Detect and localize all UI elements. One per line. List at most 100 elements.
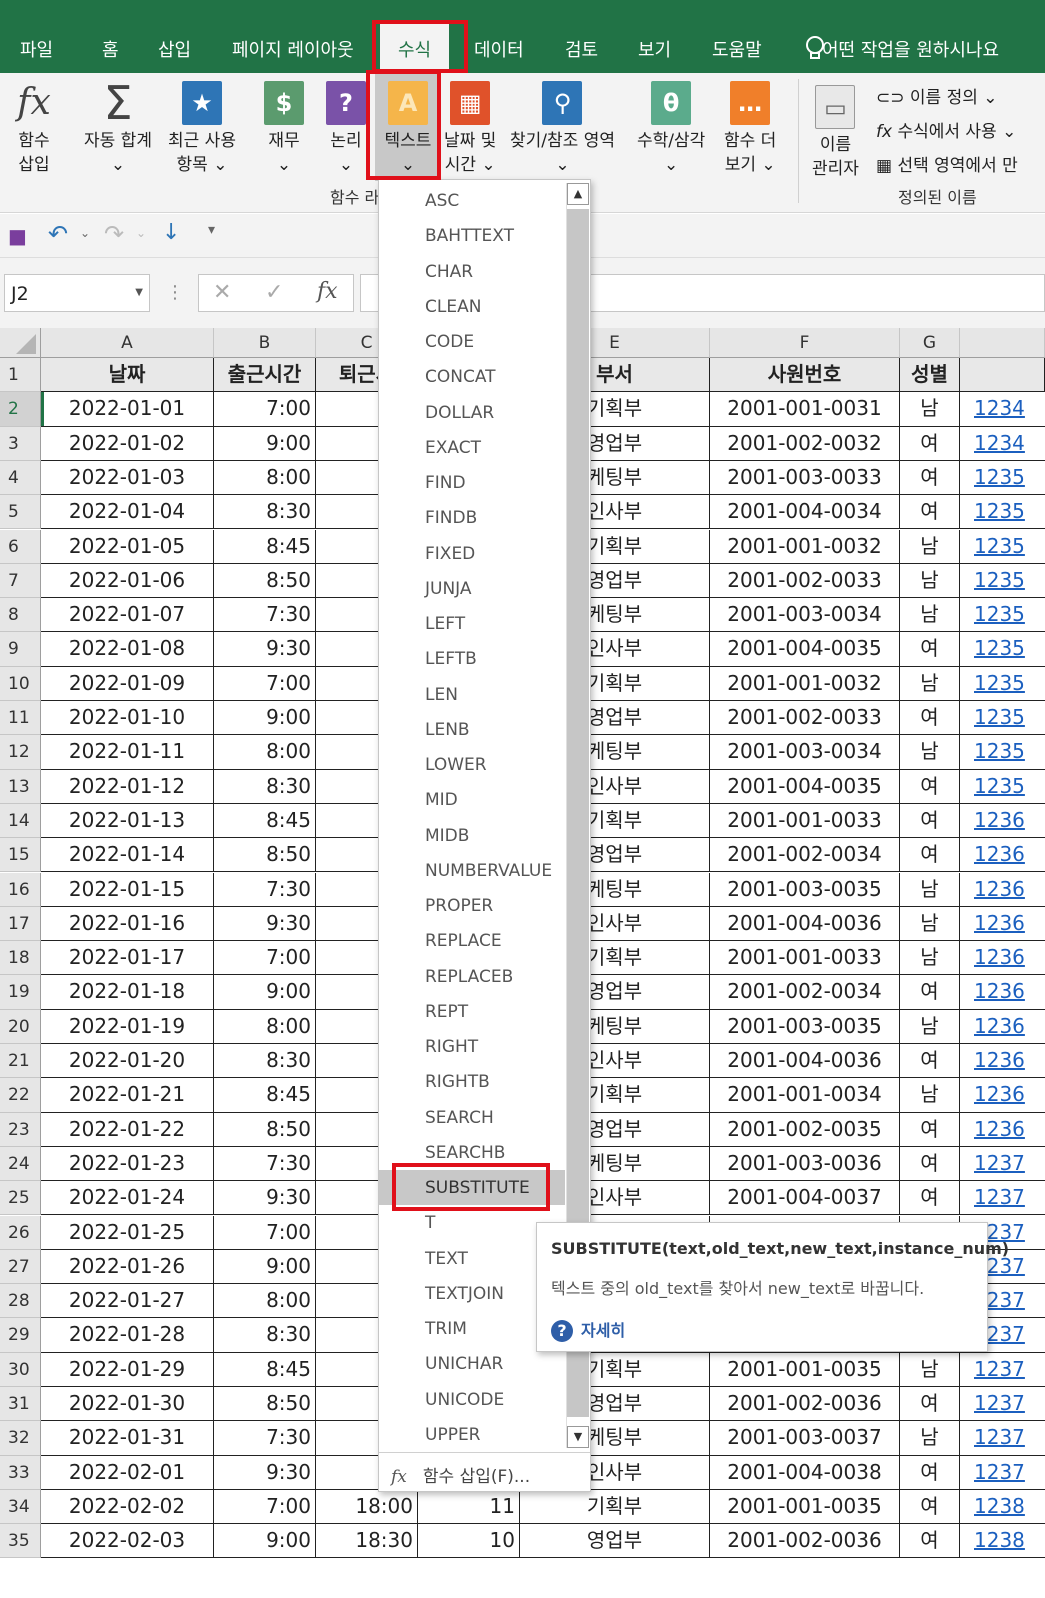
table-cell[interactable]: 9:30 — [214, 1455, 316, 1490]
tab-data[interactable]: 데이터 — [474, 36, 524, 62]
scroll-up-arrow-icon[interactable]: ▲ — [567, 183, 589, 205]
table-cell[interactable]: 1236 — [960, 975, 1045, 1010]
table-cell[interactable]: 1236 — [960, 873, 1045, 907]
table-cell[interactable]: 8:30 — [214, 1044, 316, 1079]
table-cell[interactable]: 9:00 — [214, 426, 316, 461]
redo-icon[interactable]: ↷ — [104, 220, 124, 248]
table-cell[interactable]: 2022-01-22 — [41, 1112, 214, 1147]
table-cell[interactable]: 1237 — [960, 1147, 1045, 1182]
table-cell[interactable]: 1236 — [960, 941, 1045, 976]
function-menu-item[interactable]: MIDB — [379, 818, 565, 853]
table-cell[interactable]: 여 — [900, 769, 960, 804]
table-cell[interactable]: 남 — [900, 563, 960, 599]
row-header[interactable]: 12 — [0, 735, 41, 770]
table-cell[interactable]: 8:00 — [214, 735, 316, 770]
row-header[interactable]: 25 — [0, 1181, 41, 1216]
table-cell[interactable]: 8:50 — [214, 563, 316, 599]
function-menu-item[interactable]: DOLLAR — [379, 395, 565, 430]
row-header[interactable]: 14 — [0, 803, 41, 839]
row-header[interactable]: 23 — [0, 1112, 41, 1147]
table-cell[interactable]: 여 — [900, 1524, 960, 1559]
table-cell[interactable]: 남 — [900, 872, 960, 907]
table-cell[interactable]: 2001-003-0034 — [710, 598, 900, 633]
table-cell[interactable]: 8:45 — [214, 529, 316, 564]
row-header[interactable]: 20 — [0, 1009, 41, 1044]
table-cell[interactable]: 2001-002-0033 — [710, 701, 900, 736]
function-menu-item[interactable]: LEFT — [379, 606, 565, 641]
function-menu-item[interactable]: RIGHTB — [379, 1064, 565, 1099]
table-cell[interactable]: 2022-01-10 — [41, 701, 214, 736]
table-cell[interactable]: 2001-001-0035 — [710, 1352, 900, 1387]
table-cell[interactable]: 2022-01-05 — [41, 529, 214, 564]
row-header[interactable]: 4 — [0, 460, 41, 496]
row-header[interactable]: 34 — [0, 1489, 41, 1525]
table-cell[interactable]: 여 — [900, 1112, 960, 1147]
table-cell[interactable]: 2022-01-11 — [41, 735, 214, 770]
function-menu-item[interactable]: UPPER — [379, 1417, 565, 1452]
header-cell[interactable]: 사원번호 — [710, 358, 900, 393]
table-cell[interactable]: 1235 — [960, 667, 1045, 701]
table-cell[interactable]: 2022-01-04 — [41, 495, 214, 530]
function-menu-item[interactable]: FIND — [379, 465, 565, 500]
table-cell[interactable]: 1236 — [960, 838, 1045, 873]
table-cell[interactable]: 7:30 — [214, 598, 316, 633]
function-menu-item[interactable]: SEARCH — [379, 1100, 565, 1135]
table-cell[interactable]: 2022-01-08 — [41, 632, 214, 667]
column-header[interactable]: G — [900, 328, 960, 358]
table-cell[interactable]: 남 — [900, 1352, 960, 1387]
table-cell[interactable]: 남 — [900, 906, 960, 942]
function-menu-item[interactable]: PROPER — [379, 888, 565, 923]
save-icon[interactable]: ■ — [8, 224, 27, 248]
function-menu-item[interactable]: RIGHT — [379, 1029, 565, 1064]
table-cell[interactable]: 9:30 — [214, 906, 316, 942]
column-header[interactable]: F — [710, 328, 900, 358]
row-header[interactable]: 21 — [0, 1044, 41, 1079]
table-cell[interactable]: 2001-004-0036 — [710, 906, 900, 942]
insert-function-button[interactable]: fx 함수 삽입 — [14, 81, 54, 177]
row-header[interactable]: 6 — [0, 529, 41, 564]
table-cell[interactable]: 2022-01-20 — [41, 1044, 214, 1079]
row-header[interactable]: 2 — [0, 392, 41, 427]
table-cell[interactable]: 2022-01-23 — [41, 1146, 214, 1182]
sort-icon[interactable]: ↓ — [162, 220, 180, 245]
table-cell[interactable]: 2022-01-30 — [41, 1387, 214, 1422]
table-cell[interactable]: 여 — [900, 1044, 960, 1079]
logical-button[interactable]: ? 논리 ⌄ — [326, 81, 366, 177]
function-menu-item[interactable]: FINDB — [379, 500, 565, 535]
enter-icon[interactable]: ✓ — [265, 280, 283, 305]
function-menu-item[interactable]: LEN — [379, 677, 565, 712]
row-header[interactable]: 35 — [0, 1524, 41, 1559]
row-header[interactable]: 31 — [0, 1387, 41, 1422]
table-cell[interactable]: 8:45 — [214, 803, 316, 839]
row-header[interactable]: 26 — [0, 1215, 41, 1250]
use-in-formula-button[interactable]: fx 수식에서 사용 ⌄ — [876, 117, 1016, 142]
table-cell[interactable]: 남 — [900, 1421, 960, 1456]
table-cell[interactable]: 2001-001-0035 — [710, 1489, 900, 1525]
undo-icon[interactable]: ↶ — [48, 220, 68, 248]
row-header[interactable]: 32 — [0, 1421, 41, 1456]
table-cell[interactable]: 1236 — [960, 804, 1045, 839]
table-cell[interactable]: 2001-002-0032 — [710, 426, 900, 461]
row-header[interactable]: 13 — [0, 769, 41, 804]
function-menu-item[interactable]: JUNJA — [379, 571, 565, 606]
table-cell[interactable]: 2022-01-28 — [41, 1318, 214, 1353]
function-menu-item[interactable]: BAHTTEXT — [379, 218, 565, 253]
create-from-selection-button[interactable]: ▦ 선택 영역에서 만 — [876, 151, 1018, 176]
table-cell[interactable]: 9:30 — [214, 1181, 316, 1216]
table-cell[interactable]: 2022-01-16 — [41, 906, 214, 942]
table-cell[interactable]: 2001-001-0032 — [710, 529, 900, 564]
table-cell[interactable]: 2001-001-0034 — [710, 1078, 900, 1113]
tab-home[interactable]: 홈 — [102, 36, 119, 62]
table-cell[interactable]: 1235 — [960, 530, 1045, 564]
table-cell[interactable]: 2022-01-15 — [41, 872, 214, 907]
row-header[interactable]: 18 — [0, 941, 41, 976]
math-trig-button[interactable]: θ 수학/삼각 ⌄ — [637, 81, 705, 177]
redo-dropdown-icon[interactable]: ⌄ — [136, 226, 146, 240]
tab-insert[interactable]: 삽입 — [158, 36, 191, 62]
function-menu-item[interactable]: REPLACEB — [379, 959, 565, 994]
header-cell[interactable] — [960, 358, 1045, 393]
function-menu-item[interactable]: CLEAN — [379, 289, 565, 324]
function-menu-item[interactable]: NUMBERVALUE — [379, 853, 565, 888]
table-cell[interactable]: 2001-004-0036 — [710, 1044, 900, 1079]
table-cell[interactable]: 기획부 — [520, 1489, 710, 1525]
